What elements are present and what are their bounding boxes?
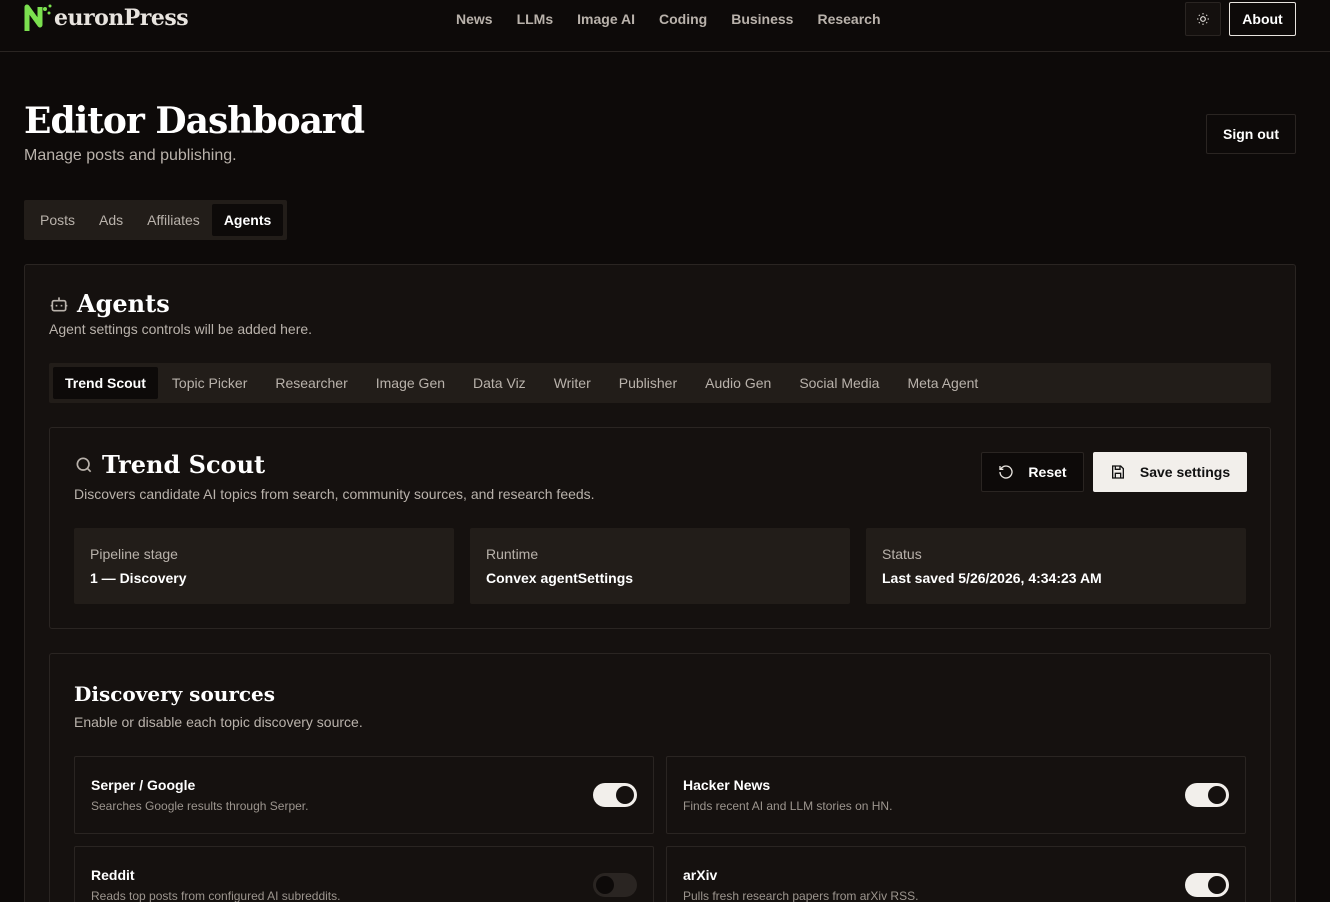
source-description: Finds recent AI and LLM stories on HN.: [683, 799, 893, 813]
nav-coding[interactable]: Coding: [659, 11, 707, 27]
save-icon: [1111, 465, 1124, 479]
agent-tab-trend-scout[interactable]: Trend Scout: [53, 367, 158, 399]
sun-icon: [1197, 13, 1209, 25]
brand-logo[interactable]: euronPress: [24, 2, 189, 34]
tab-agents[interactable]: Agents: [211, 204, 284, 236]
agent-tab-image-gen[interactable]: Image Gen: [362, 367, 459, 399]
sign-out-button[interactable]: Sign out: [1206, 114, 1296, 154]
agents-description: Agent settings controls will be added he…: [49, 321, 313, 337]
page-subtitle: Manage posts and publishing.: [24, 147, 237, 164]
source-name: Reddit: [91, 867, 135, 883]
source-reddit: Reddit Reads top posts from configured A…: [74, 846, 654, 902]
source-description: Pulls fresh research papers from arXiv R…: [683, 889, 919, 902]
agent-tab-data-viz[interactable]: Data Viz: [459, 367, 540, 399]
source-arxiv: arXiv Pulls fresh research papers from a…: [666, 846, 1246, 902]
theme-toggle-button[interactable]: [1185, 2, 1221, 36]
save-settings-label: Save settings: [1139, 464, 1231, 480]
stat-value: 1 — Discovery: [90, 570, 187, 586]
trend-scout-header: Trend Scout: [74, 450, 265, 479]
stat-value: Last saved 5/26/2026, 4:34:23 AM: [882, 570, 1102, 586]
rotate-ccw-icon: [999, 465, 1014, 479]
source-toggle-hacker-news[interactable]: [1185, 783, 1229, 807]
about-button[interactable]: About: [1229, 2, 1296, 36]
tab-posts[interactable]: Posts: [28, 204, 87, 236]
neuron-logo-icon: [24, 3, 58, 33]
source-name: Serper / Google: [91, 777, 196, 793]
bot-icon: [50, 296, 68, 311]
brand-name: euronPress: [54, 5, 189, 31]
nav-business[interactable]: Business: [731, 11, 793, 27]
agent-tab-researcher[interactable]: Researcher: [261, 367, 361, 399]
trend-scout-title: Trend Scout: [102, 450, 266, 479]
tab-ads[interactable]: Ads: [87, 204, 135, 236]
agents-header: Agents: [49, 289, 170, 318]
stat-status: Status Last saved 5/26/2026, 4:34:23 AM: [866, 528, 1246, 604]
trend-scout-card: Trend Scout Discovers candidate AI topic…: [49, 427, 1271, 629]
stat-value: Convex agentSettings: [486, 570, 634, 586]
agents-title: Agents: [77, 289, 170, 318]
source-toggle-serper[interactable]: [593, 783, 637, 807]
agent-tab-publisher[interactable]: Publisher: [605, 367, 691, 399]
stat-label: Status: [882, 546, 922, 562]
source-toggle-arxiv[interactable]: [1185, 873, 1229, 897]
main-nav: News LLMs Image AI Coding Business Resea…: [456, 0, 881, 38]
top-navbar: euronPress News LLMs Image AI Coding Bus…: [0, 0, 1330, 52]
agent-tab-topic-picker[interactable]: Topic Picker: [158, 367, 261, 399]
page-title: Editor Dashboard: [24, 100, 365, 142]
reset-button[interactable]: Reset: [981, 452, 1084, 492]
source-name: Hacker News: [683, 777, 771, 793]
stat-pipeline-stage: Pipeline stage 1 — Discovery: [74, 528, 454, 604]
nav-news[interactable]: News: [456, 11, 493, 27]
stat-label: Pipeline stage: [90, 546, 178, 562]
source-name: arXiv: [683, 867, 718, 883]
stat-runtime: Runtime Convex agentSettings: [470, 528, 850, 604]
agent-tabs: Trend Scout Topic Picker Researcher Imag…: [49, 363, 1271, 403]
source-description: Searches Google results through Serper.: [91, 799, 309, 813]
source-toggle-reddit[interactable]: [593, 873, 637, 897]
agents-panel: Agents Agent settings controls will be a…: [24, 264, 1296, 902]
agent-tab-social-media[interactable]: Social Media: [785, 367, 893, 399]
trend-scout-description: Discovers candidate AI topics from searc…: [74, 486, 595, 502]
nav-llms[interactable]: LLMs: [517, 11, 554, 27]
dashboard-tabs: Posts Ads Affiliates Agents: [24, 200, 288, 240]
source-description: Reads top posts from configured AI subre…: [91, 889, 341, 902]
tab-affiliates[interactable]: Affiliates: [135, 204, 212, 236]
source-hacker-news: Hacker News Finds recent AI and LLM stor…: [666, 756, 1246, 834]
stat-label: Runtime: [486, 546, 539, 562]
agent-tab-meta-agent[interactable]: Meta Agent: [893, 367, 992, 399]
discovery-sources-card: Discovery sources Enable or disable each…: [49, 653, 1271, 902]
nav-research[interactable]: Research: [817, 11, 880, 27]
save-settings-button[interactable]: Save settings: [1093, 452, 1247, 492]
agent-tab-writer[interactable]: Writer: [540, 367, 605, 399]
agent-tab-audio-gen[interactable]: Audio Gen: [691, 367, 785, 399]
discovery-description: Enable or disable each topic discovery s…: [74, 714, 363, 730]
discovery-title: Discovery sources: [74, 682, 276, 706]
source-serper: Serper / Google Searches Google results …: [74, 756, 654, 834]
nav-image-ai[interactable]: Image AI: [577, 11, 635, 27]
reset-label: Reset: [1028, 464, 1067, 480]
search-icon: [76, 457, 92, 472]
